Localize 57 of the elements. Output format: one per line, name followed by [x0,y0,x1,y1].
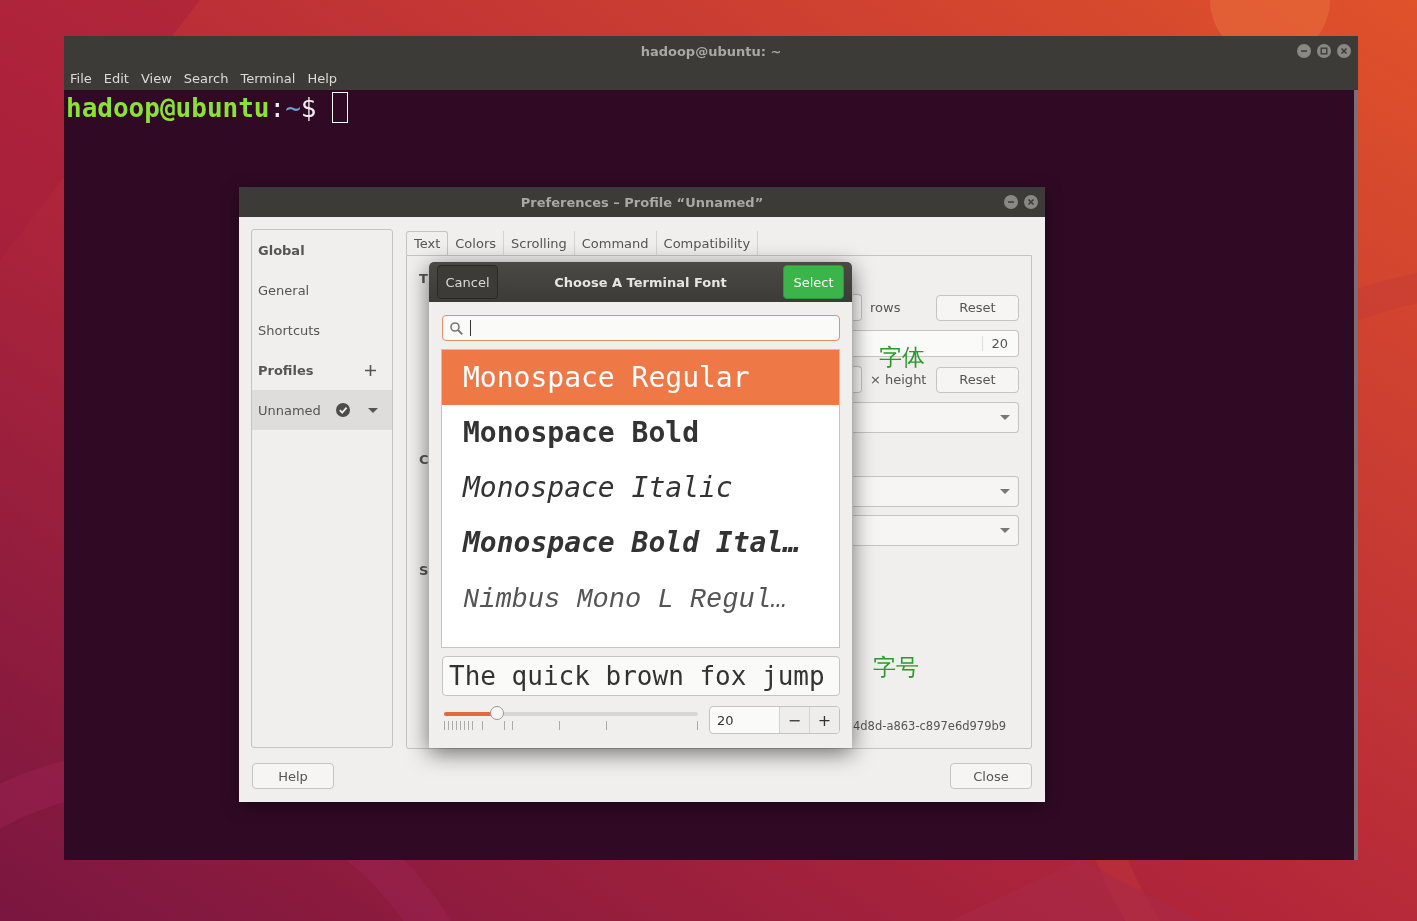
profile-id: 4d8d-a863-c897e6d979b9 [853,719,1007,733]
dropdown[interactable] [853,402,1019,433]
menu-item[interactable]: File [70,70,92,86]
menu-item[interactable]: Search [183,70,229,86]
caret-icon[interactable] [367,407,378,413]
sidebar-item[interactable]: General [258,282,310,298]
spin-field[interactable] [853,294,862,321]
reset-button[interactable]: Reset [936,294,1019,321]
add-icon[interactable] [365,364,376,376]
font-item[interactable]: Monospace Bold [442,405,839,460]
prompt-separator: : [269,92,286,123]
menu-item[interactable]: Edit [103,70,129,86]
section-heading: T [419,271,428,286]
slider-handle[interactable] [490,706,505,720]
prompt-symbol: $ [300,92,317,123]
font-item[interactable]: Nimbus Mono L Regul… [442,570,839,630]
minimize-icon[interactable] [1004,195,1018,209]
font-item[interactable]: Monospace Italic [442,460,839,515]
close-icon[interactable] [1337,44,1351,58]
font-item[interactable]: Monospace Bold Ital… [442,515,839,570]
caret-icon [1000,489,1010,494]
field-unit: rows [870,300,902,315]
search-field[interactable] [442,315,840,341]
caret-icon [1000,528,1010,533]
sidebar-item[interactable]: Shortcuts [258,322,321,338]
cancel-button[interactable]: Cancel [437,265,498,299]
menu-item[interactable]: View [140,70,172,86]
maximize-icon[interactable] [1317,44,1331,58]
menu-item[interactable]: Help [307,70,338,86]
text-cursor [332,92,349,123]
caret-icon [1000,415,1010,420]
menu-item[interactable]: Terminal [240,70,296,86]
window-title: hadoop@ubuntu: ~ [640,43,782,59]
reset-button[interactable]: Reset [936,366,1019,393]
spin-field[interactable] [853,366,862,393]
prompt-path: ~ [285,92,301,123]
dialog-title: Choose A Terminal Font [554,274,727,290]
close-button[interactable]: Close [950,763,1032,789]
scrollbar[interactable] [1354,90,1358,860]
profile-item[interactable]: Unnamed [258,402,321,418]
window-title: Preferences – Profile “Unnamed” [520,194,764,210]
section-heading: C [419,452,429,467]
help-button[interactable]: Help [252,763,334,789]
search-icon [450,321,463,335]
sidebar-heading: Global [258,242,305,258]
preview-field[interactable]: The quick brown fox jump [442,656,840,696]
minimize-icon[interactable] [1297,44,1311,58]
close-icon[interactable] [1024,195,1038,209]
tab[interactable]: Text [406,231,449,255]
dropdown[interactable] [853,515,1019,546]
handwritten-note: 字号 [873,653,919,682]
prompt-user-host: hadoop@ubuntu [66,92,270,123]
section-heading: S [419,563,429,578]
check-icon [335,403,350,417]
field-unit: × height [870,372,928,387]
sidebar-heading: Profiles [258,362,314,378]
dropdown[interactable] [853,476,1019,507]
